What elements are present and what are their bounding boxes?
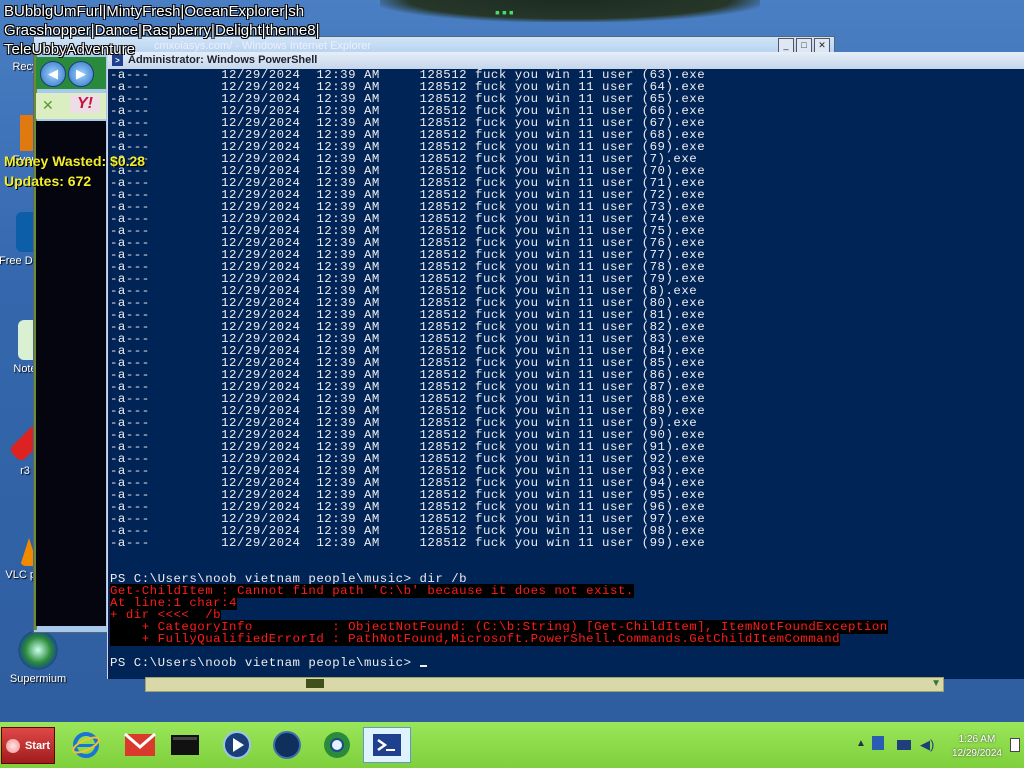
- show-hidden-icons-icon[interactable]: ▲: [856, 738, 866, 749]
- text-cursor: [419, 665, 427, 667]
- ie-navigation: ◀ ▶: [36, 57, 106, 89]
- top-gadget: ▪▪▪: [380, 0, 760, 22]
- error-line: At line:1 char:4: [110, 596, 237, 610]
- directory-listing-row: -a--- 12/29/2024 12:39 AM 128512 fuck yo…: [110, 536, 706, 550]
- taskbar-app-2[interactable]: [118, 727, 162, 763]
- system-tray: ▲ ◀) 1:26 AM 12/29/2024: [850, 722, 1024, 768]
- powershell-icon: [373, 734, 401, 756]
- money-wasted-label: Money Wasted: $0.28: [4, 153, 146, 169]
- volume-icon[interactable]: ◀): [920, 737, 934, 753]
- globe-icon: [273, 731, 301, 759]
- overlay-line: BUbblgUmFurl|MintyFresh|OceanExplorer|sh: [4, 3, 305, 20]
- media-box-icon: [171, 735, 199, 755]
- taskbar: Start ▲ ◀) 1:26 AM 12/29/2024: [0, 722, 1024, 768]
- taskbar-internet-explorer[interactable]: [64, 727, 108, 763]
- overlay-line: TeleUbbyAdventure: [4, 41, 135, 58]
- forward-button[interactable]: ▶: [68, 61, 94, 87]
- horizontal-scrollbar[interactable]: ▼: [145, 677, 944, 692]
- gmail-like-icon: [124, 732, 156, 756]
- taskbar-app-4[interactable]: [215, 727, 259, 763]
- ie-content-area: [36, 121, 106, 626]
- overlay-line: Grasshopper|Dance|Raspberry|Delight|them…: [4, 22, 320, 39]
- internet-explorer-icon: [72, 732, 100, 758]
- gadget-indicator-icon: ▪▪▪: [495, 4, 516, 20]
- ie-tab-strip: ✕ Y!: [36, 93, 106, 119]
- desktop-icon-label: r3: [20, 465, 30, 477]
- updates-label: Updates: 672: [4, 173, 92, 189]
- console-output[interactable]: -a--- 12/29/2024 12:39 AM 128512 fuck yo…: [110, 69, 1024, 679]
- window-controls: _ □ ✕: [778, 38, 830, 53]
- clock-time: 1:26 AM: [958, 734, 996, 745]
- taskbar-app-3[interactable]: [163, 727, 207, 763]
- back-button[interactable]: ◀: [40, 61, 66, 87]
- minimize-button[interactable]: _: [778, 38, 794, 53]
- supermium-icon: [324, 732, 350, 758]
- taskbar-powershell[interactable]: [363, 727, 411, 763]
- yahoo-icon[interactable]: Y!: [70, 95, 100, 113]
- desktop-icon-label: Supermium: [9, 673, 67, 685]
- media-player-icon: [223, 731, 251, 759]
- overlay-text: BUbblgUmFurl|MintyFresh|OceanExplorer|sh…: [4, 2, 319, 59]
- network-icon[interactable]: [872, 736, 884, 750]
- current-prompt-line: PS C:\Users\noob vietnam people\music>: [110, 657, 1024, 669]
- desktop: ▪▪▪ BUbblgUmFurl|MintyFresh|OceanExplore…: [0, 0, 1024, 722]
- display-icon[interactable]: [897, 740, 911, 750]
- error-line: Get-ChildItem : Cannot find path 'C:\b' …: [110, 584, 634, 598]
- start-orb-icon: [6, 739, 20, 753]
- action-center-icon[interactable]: [1010, 738, 1020, 752]
- taskbar-app-5[interactable]: [265, 727, 309, 763]
- close-button[interactable]: ✕: [814, 38, 830, 53]
- maximize-button[interactable]: □: [796, 38, 812, 53]
- taskbar-app-6[interactable]: [315, 727, 359, 763]
- scrollbar-thumb[interactable]: [306, 679, 324, 688]
- clock-date: 12/29/2024: [951, 748, 1002, 759]
- money-counter: Money Wasted: $0.28 Updates: 672: [4, 151, 145, 191]
- scroll-right-icon[interactable]: ▼: [931, 678, 941, 689]
- supermium-icon: [18, 630, 58, 670]
- powershell-window[interactable]: > Administrator: Windows PowerShell -a--…: [107, 52, 1024, 679]
- start-label: Start: [24, 740, 50, 752]
- stop-icon[interactable]: ✕: [42, 97, 54, 114]
- start-button[interactable]: Start: [1, 727, 55, 764]
- system-clock[interactable]: 1:26 AM 12/29/2024: [952, 733, 1002, 761]
- error-line: + FullyQualifiedErrorId : PathNotFound,M…: [110, 632, 841, 646]
- desktop-icon-supermium[interactable]: Supermium: [3, 630, 73, 685]
